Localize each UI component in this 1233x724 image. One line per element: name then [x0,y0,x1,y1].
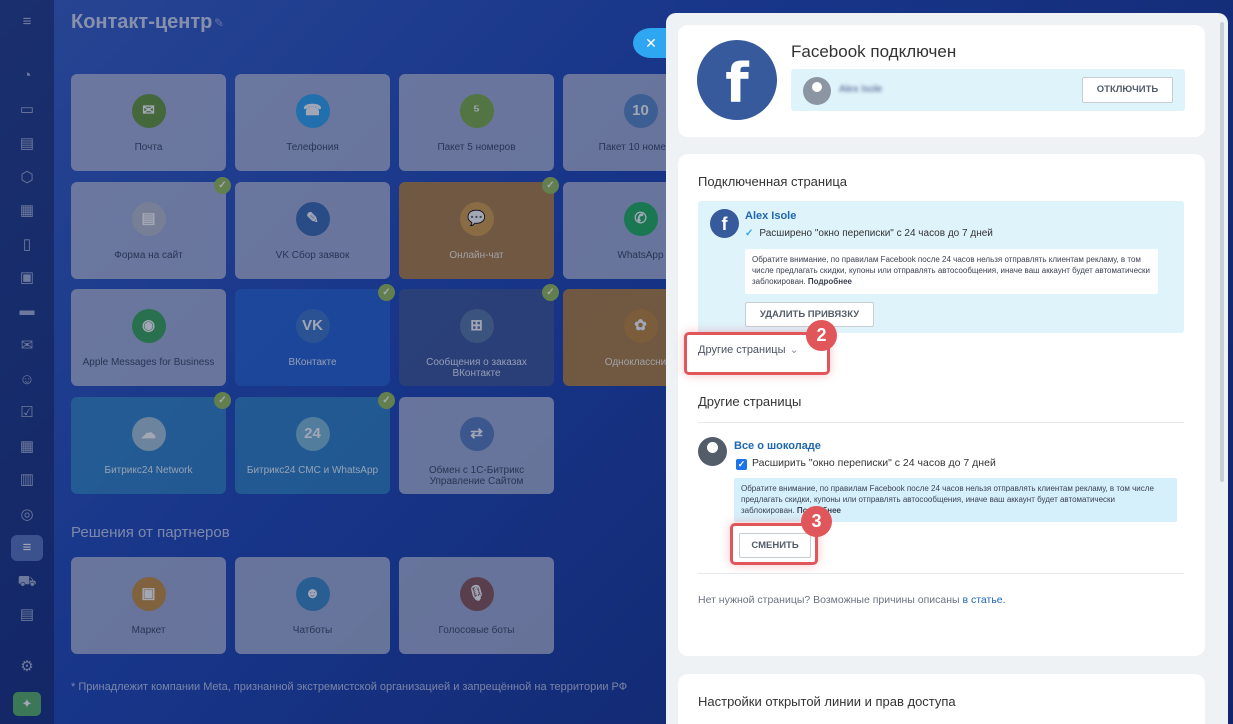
article-link[interactable]: в статье. [962,594,1005,606]
panel-scrollbar[interactable] [1220,22,1224,482]
other-pages-title: Другие страницы [698,394,802,409]
facebook-icon: f [697,40,777,120]
other-page-name[interactable]: Все о шоколаде [734,440,821,452]
facebook-panel: f Facebook подключен Alex Isole ОТКЛЮЧИТ… [666,13,1228,724]
step-2-badge: 2 [806,320,837,351]
settings-card: Настройки открытой линии и прав доступа [678,674,1205,724]
connection-status: Facebook подключен [791,42,957,61]
policy-note-2: Обратите внимание, по правилам Facebook … [734,478,1177,522]
close-panel-button[interactable]: ✕ [633,28,669,58]
unlink-button[interactable]: УДАЛИТЬ ПРИВЯЗКУ [745,302,874,327]
extended-window-text: Расширено "окно переписки" с 24 часов до… [759,228,993,239]
step-3-badge: 3 [801,506,832,537]
extend-window-label: Расширить "окно переписки" с 24 часов до… [752,457,996,469]
policy-more-link[interactable]: Подробнее [808,277,852,286]
pages-card: Подключенная страница f Alex Isole ✓ Расш… [678,154,1205,656]
connected-page-name[interactable]: Alex Isole [745,210,796,222]
extend-window-checkbox-line[interactable]: ✓ Расширить "окно переписки" с 24 часов д… [736,457,996,470]
settings-title[interactable]: Настройки открытой линии и прав доступа [698,694,956,709]
avatar [803,77,831,105]
extended-window-line: ✓ Расширено "окно переписки" с 24 часов д… [745,228,993,239]
account-bar: Alex Isole ОТКЛЮЧИТЬ [791,69,1185,111]
page-avatar [698,437,727,466]
policy-note: Обратите внимание, по правилам Facebook … [745,249,1158,294]
no-page-note: Нет нужной страницы? Возможные причины о… [698,594,1006,606]
connected-page-title: Подключенная страница [698,174,848,189]
check-icon: ✓ [745,228,754,239]
extend-window-checkbox[interactable]: ✓ [736,459,747,470]
divider [698,573,1184,574]
divider [698,422,1184,423]
connected-page-box: f Alex Isole ✓ Расширено "окно переписки"… [698,201,1184,333]
no-page-text: Нет нужной страницы? Возможные причины о… [698,594,960,606]
facebook-page-icon: f [710,209,739,238]
status-card: f Facebook подключен Alex Isole ОТКЛЮЧИТ… [678,25,1205,137]
disconnect-button[interactable]: ОТКЛЮЧИТЬ [1082,77,1173,103]
account-name: Alex Isole [839,84,883,95]
